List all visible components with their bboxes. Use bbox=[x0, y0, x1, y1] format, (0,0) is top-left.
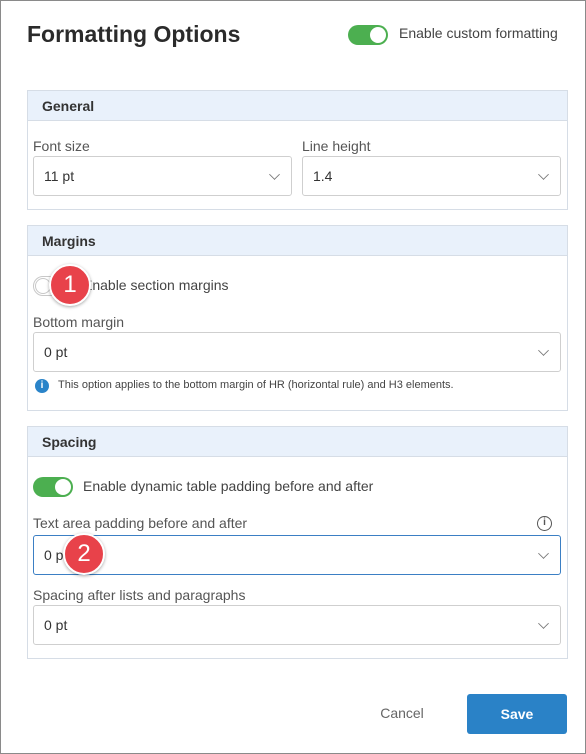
chevron-down-icon bbox=[269, 169, 280, 180]
callout-badge-1: 1 bbox=[49, 264, 91, 306]
section-margins-label: Enable section margins bbox=[83, 277, 229, 293]
bottom-margin-label: Bottom margin bbox=[33, 314, 125, 330]
chevron-down-icon bbox=[538, 618, 549, 629]
font-size-value: 11 pt bbox=[44, 168, 75, 184]
text-area-padding-select[interactable]: 0 pt bbox=[33, 535, 561, 575]
formatting-options-dialog: Formatting Options Enable custom formatt… bbox=[0, 0, 586, 754]
toggle-knob bbox=[370, 27, 386, 43]
chevron-down-icon bbox=[538, 169, 549, 180]
bottom-margin-select[interactable]: 0 pt bbox=[33, 332, 561, 372]
info-icon: i bbox=[35, 379, 49, 393]
bottom-margin-note: This option applies to the bottom margin… bbox=[58, 379, 454, 391]
after-lists-select[interactable]: 0 pt bbox=[33, 605, 561, 645]
font-size-select[interactable]: 11 pt bbox=[33, 156, 292, 196]
chevron-down-icon bbox=[538, 548, 549, 559]
dialog-title: Formatting Options bbox=[27, 21, 241, 47]
dynamic-padding-toggle[interactable] bbox=[33, 477, 73, 497]
bottom-margin-value: 0 pt bbox=[44, 344, 68, 360]
margins-section-title: Margins bbox=[28, 226, 567, 256]
toggle-knob bbox=[55, 479, 71, 495]
text-area-padding-label: Text area padding before and after bbox=[33, 515, 248, 531]
cancel-button[interactable]: Cancel bbox=[361, 694, 443, 732]
general-section-title: General bbox=[28, 91, 567, 121]
dynamic-padding-label: Enable dynamic table padding before and … bbox=[83, 478, 374, 494]
line-height-value: 1.4 bbox=[313, 168, 333, 184]
custom-formatting-label: Enable custom formatting bbox=[399, 25, 558, 41]
line-height-label: Line height bbox=[302, 138, 371, 154]
help-icon[interactable]: i bbox=[537, 516, 552, 531]
font-size-label: Font size bbox=[33, 138, 90, 154]
after-lists-value: 0 pt bbox=[44, 617, 68, 633]
save-button[interactable]: Save bbox=[467, 694, 567, 734]
line-height-select[interactable]: 1.4 bbox=[302, 156, 561, 196]
spacing-section-title: Spacing bbox=[28, 427, 567, 457]
callout-badge-2: 2 bbox=[63, 533, 105, 575]
after-lists-label: Spacing after lists and paragraphs bbox=[33, 587, 246, 603]
custom-formatting-toggle[interactable] bbox=[348, 25, 388, 45]
chevron-down-icon bbox=[538, 345, 549, 356]
